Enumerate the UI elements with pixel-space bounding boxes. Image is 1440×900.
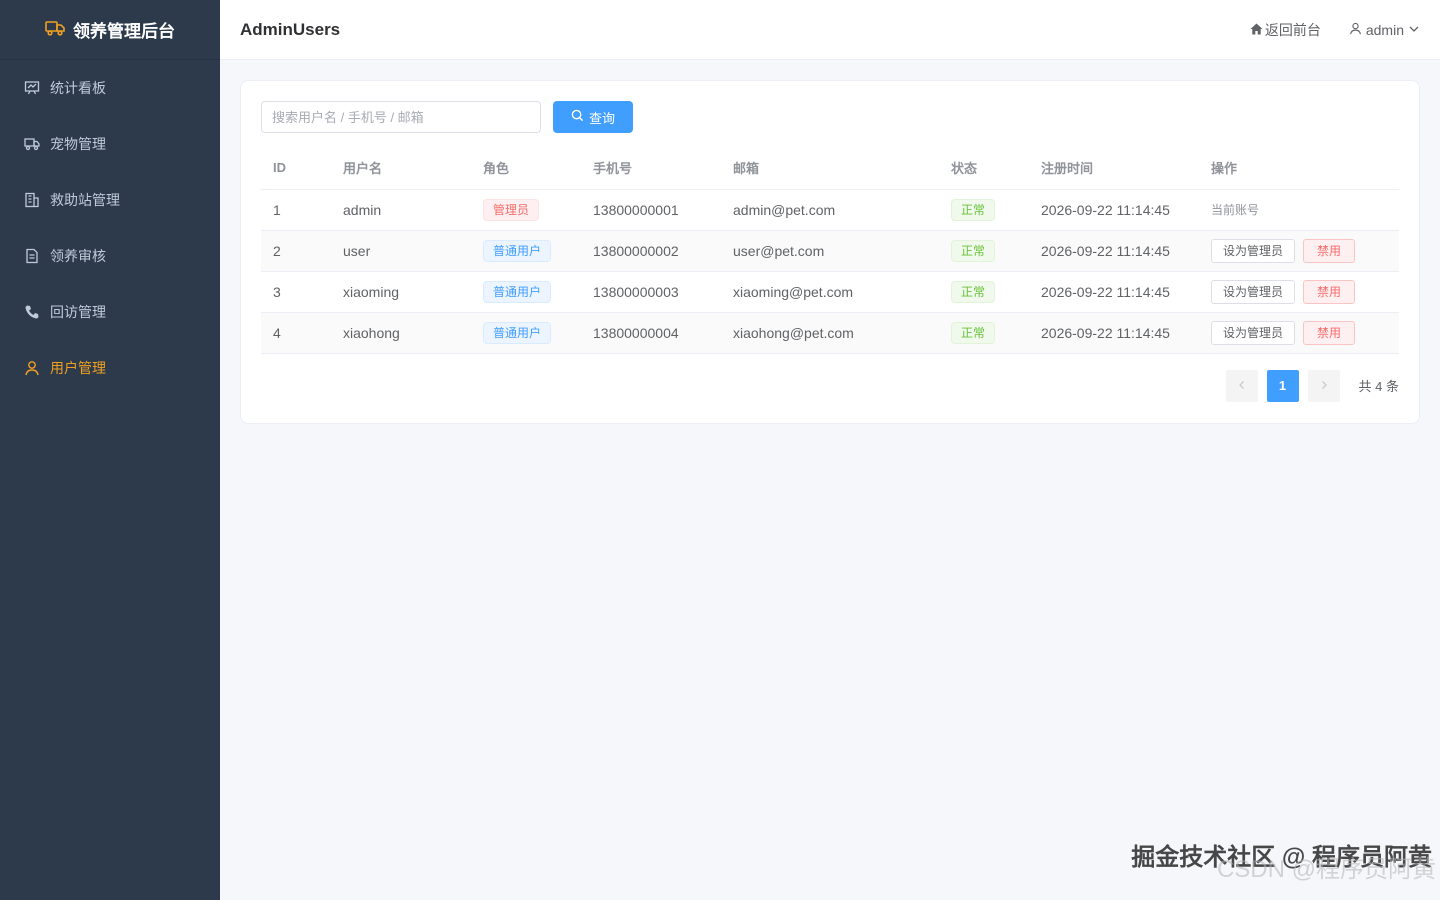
status-badge: 正常 (951, 321, 996, 344)
column-header-registered[interactable]: 注册时间 (1029, 147, 1199, 190)
status-badge: 正常 (951, 280, 996, 303)
chevron-right-icon (1319, 378, 1329, 393)
top-header: AdminUsers 返回前台 admin (220, 0, 1440, 60)
status-badge: 正常 (951, 239, 996, 262)
sidebar-item-label: 用户管理 (50, 360, 106, 376)
home-icon (1250, 22, 1263, 38)
sidebar: 领养管理后台 统计看板 宠物管理 救助站管理 领养审核 回访管理 用户管理 (0, 0, 220, 900)
user-icon (24, 360, 40, 376)
search-button[interactable]: 查询 (553, 101, 633, 133)
role-badge: 普通用户 (483, 321, 552, 344)
column-header-actions: 操作 (1199, 147, 1399, 190)
search-input[interactable] (261, 101, 541, 133)
column-header-username[interactable]: 用户名 (331, 147, 471, 190)
column-header-id[interactable]: ID (261, 147, 331, 190)
user-dropdown[interactable]: admin (1349, 22, 1420, 38)
set-admin-button[interactable]: 设为管理员 (1211, 238, 1296, 263)
page-title: AdminUsers (240, 19, 341, 39)
disable-button[interactable]: 禁用 (1303, 320, 1356, 345)
back-to-frontend-link[interactable]: 返回前台 (1250, 20, 1321, 40)
cell-id: 4 (261, 312, 331, 354)
prev-page-button[interactable] (1225, 369, 1258, 402)
cell-id: 2 (261, 230, 331, 272)
watermark: 掘金技术社区 @ 程序员阿黄 CSDN @程序员阿黄 (1131, 846, 1436, 882)
cell-username: xiaoming (331, 271, 471, 313)
users-card: 查询 ID 用户名 角色 手机号 邮箱 状态 注册时间 操作 1 admin 管 (240, 80, 1420, 424)
table-row: 1 admin 管理员 13800000001 admin@pet.com 正常… (261, 189, 1399, 231)
table-row: 4 xiaohong 普通用户 13800000004 xiaohong@pet… (261, 312, 1399, 354)
cell-registered: 2026-09-22 11:14:45 (1029, 230, 1199, 272)
table-row: 2 user 普通用户 13800000002 user@pet.com 正常 … (261, 230, 1399, 272)
pagination: 1 共 4 条 (261, 369, 1399, 402)
sidebar-item-shelters[interactable]: 救助站管理 (0, 172, 220, 228)
cell-username: user (331, 230, 471, 272)
disable-button[interactable]: 禁用 (1303, 279, 1356, 304)
sidebar-item-label: 领养审核 (50, 248, 106, 264)
cell-username: admin (331, 189, 471, 231)
cell-registered: 2026-09-22 11:14:45 (1029, 312, 1199, 354)
brand: 领养管理后台 (0, 0, 220, 60)
cell-id: 1 (261, 189, 331, 231)
sidebar-item-visits[interactable]: 回访管理 (0, 284, 220, 340)
search-button-label: 查询 (588, 110, 615, 126)
role-badge: 普通用户 (483, 280, 552, 303)
cell-phone: 13800000002 (581, 230, 721, 272)
column-header-role[interactable]: 角色 (471, 147, 581, 190)
office-building-icon (24, 192, 40, 208)
sidebar-item-label: 统计看板 (50, 80, 106, 96)
document-icon (24, 248, 40, 264)
role-badge: 普通用户 (483, 239, 552, 262)
column-header-email[interactable]: 邮箱 (721, 147, 939, 190)
cell-registered: 2026-09-22 11:14:45 (1029, 271, 1199, 313)
sidebar-item-users[interactable]: 用户管理 (0, 340, 220, 396)
phone-icon (24, 304, 40, 320)
role-badge: 管理员 (483, 198, 540, 221)
cell-registered: 2026-09-22 11:14:45 (1029, 189, 1199, 231)
sidebar-item-dashboard[interactable]: 统计看板 (0, 60, 220, 116)
sidebar-item-pets[interactable]: 宠物管理 (0, 116, 220, 172)
truck-icon (45, 20, 65, 39)
users-table: ID 用户名 角色 手机号 邮箱 状态 注册时间 操作 1 admin 管理员 … (261, 147, 1399, 354)
cell-email: xiaohong@pet.com (721, 312, 939, 354)
chevron-left-icon (1237, 378, 1247, 393)
cell-phone: 13800000001 (581, 189, 721, 231)
back-to-frontend-label: 返回前台 (1264, 21, 1321, 38)
set-admin-button[interactable]: 设为管理员 (1211, 279, 1296, 304)
cell-email: user@pet.com (721, 230, 939, 272)
table-header-row: ID 用户名 角色 手机号 邮箱 状态 注册时间 操作 (261, 147, 1399, 190)
chevron-down-icon (1408, 22, 1420, 38)
search-icon (571, 109, 584, 125)
brand-title: 领养管理后台 (73, 22, 175, 41)
sidebar-item-label: 宠物管理 (50, 136, 106, 152)
sidebar-item-review[interactable]: 领养审核 (0, 228, 220, 284)
next-page-button[interactable] (1307, 369, 1340, 402)
truck-icon (24, 136, 40, 152)
disable-button[interactable]: 禁用 (1303, 238, 1356, 263)
cell-phone: 13800000004 (581, 312, 721, 354)
presentation-board-icon (24, 80, 40, 96)
search-toolbar: 查询 (261, 101, 1399, 133)
status-badge: 正常 (951, 198, 996, 221)
header-actions: 返回前台 admin (1250, 20, 1420, 40)
user-icon (1349, 22, 1362, 38)
page-button-current[interactable]: 1 (1266, 369, 1299, 402)
cell-email: xiaoming@pet.com (721, 271, 939, 313)
sidebar-item-label: 回访管理 (50, 304, 106, 320)
cell-phone: 13800000003 (581, 271, 721, 313)
cell-username: xiaohong (331, 312, 471, 354)
sidebar-item-label: 救助站管理 (50, 192, 120, 208)
sidebar-menu: 统计看板 宠物管理 救助站管理 领养审核 回访管理 用户管理 (0, 60, 220, 396)
cell-email: admin@pet.com (721, 189, 939, 231)
column-header-phone[interactable]: 手机号 (581, 147, 721, 190)
table-row: 3 xiaoming 普通用户 13800000003 xiaoming@pet… (261, 271, 1399, 313)
user-name: admin (1365, 21, 1404, 38)
column-header-status[interactable]: 状态 (939, 147, 1029, 190)
set-admin-button[interactable]: 设为管理员 (1211, 320, 1296, 345)
current-account-label: 当前账号 (1211, 203, 1260, 217)
pagination-total: 共 4 条 (1358, 379, 1399, 394)
cell-id: 3 (261, 271, 331, 313)
